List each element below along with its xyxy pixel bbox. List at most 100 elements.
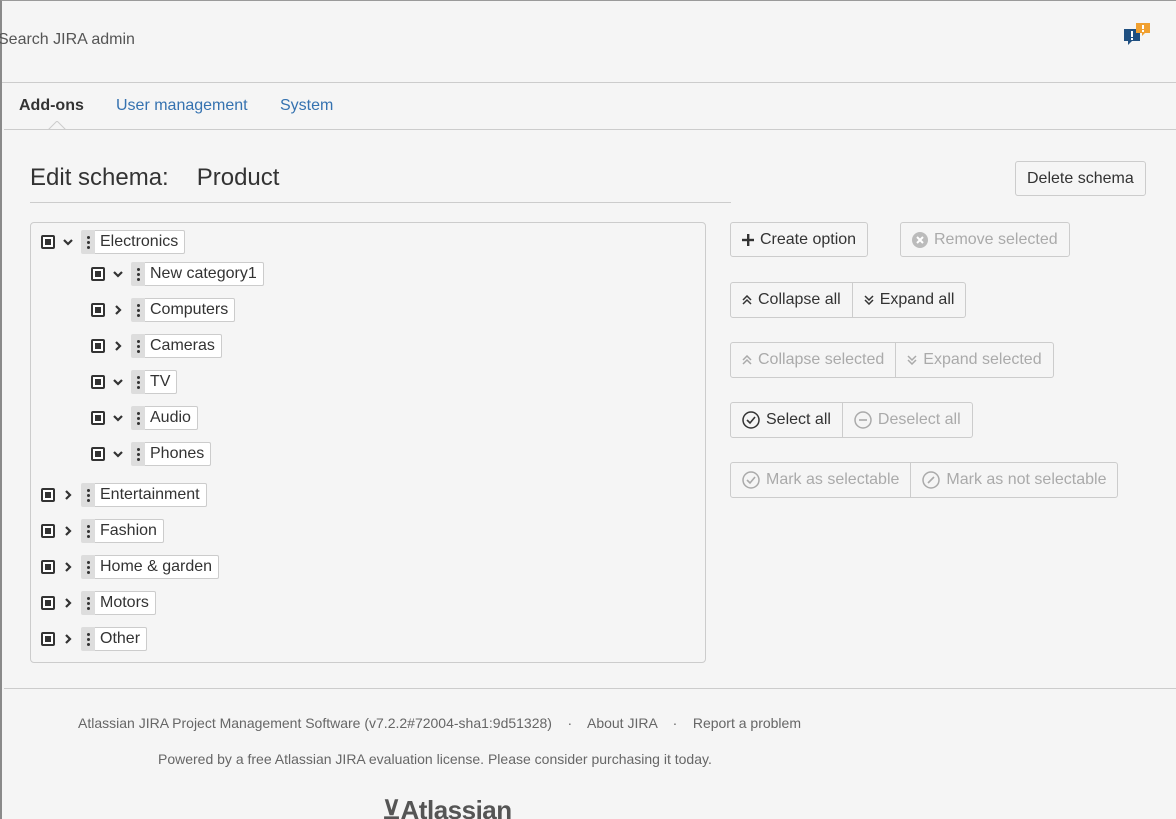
- select-all-button[interactable]: Select all: [730, 402, 843, 438]
- node-checkbox[interactable]: [91, 411, 105, 425]
- drag-handle-icon[interactable]: [81, 591, 95, 615]
- node-label[interactable]: Other: [95, 627, 148, 651]
- page-title: Edit schema: Product: [30, 164, 279, 192]
- drag-handle-icon[interactable]: [131, 262, 145, 286]
- check-circle-icon: [742, 471, 760, 489]
- mark-not-selectable-button[interactable]: Mark as not selectable: [911, 462, 1119, 498]
- node-checkbox[interactable]: [41, 235, 55, 249]
- feedback-icon[interactable]: [1122, 21, 1154, 51]
- chevron-right-icon[interactable]: [61, 596, 75, 610]
- chevron-down-icon[interactable]: [61, 235, 75, 249]
- drag-handle-icon[interactable]: [131, 370, 145, 394]
- remove-selected-button[interactable]: Remove selected: [900, 222, 1070, 257]
- chevron-down-icon[interactable]: [111, 411, 125, 425]
- drag-handle-icon[interactable]: [131, 406, 145, 430]
- tree-node[interactable]: TV: [91, 369, 178, 395]
- node-label[interactable]: Entertainment: [95, 483, 207, 507]
- admin-search-input[interactable]: Search JIRA admin: [0, 31, 135, 49]
- selectable-group: Mark as selectable Mark as not selectabl…: [730, 462, 1119, 498]
- node-label[interactable]: Phones: [145, 442, 212, 466]
- tree-node[interactable]: Electronics: [41, 229, 186, 255]
- node-checkbox[interactable]: [91, 339, 105, 353]
- node-checkbox[interactable]: [91, 447, 105, 461]
- deselect-all-button[interactable]: Deselect all: [842, 402, 973, 438]
- chevron-down-icon[interactable]: [111, 375, 125, 389]
- drag-handle-icon[interactable]: [81, 483, 95, 507]
- minus-circle-icon: [854, 411, 872, 429]
- mark-selectable-button[interactable]: Mark as selectable: [730, 462, 912, 498]
- collapse-selected-button[interactable]: Collapse selected: [730, 342, 897, 378]
- drag-handle-icon[interactable]: [81, 230, 95, 254]
- double-chevron-up-icon: [742, 355, 752, 365]
- drag-handle-icon[interactable]: [81, 555, 95, 579]
- collapse-all-label: Collapse all: [758, 291, 841, 308]
- node-checkbox[interactable]: [41, 560, 55, 574]
- drag-handle-icon[interactable]: [131, 334, 145, 358]
- node-checkbox[interactable]: [91, 375, 105, 389]
- footer-links: Atlassian JIRA Project Management Softwa…: [78, 715, 801, 731]
- collapse-selected-label: Collapse selected: [758, 351, 885, 368]
- node-label[interactable]: Home & garden: [95, 555, 220, 579]
- chevron-down-icon[interactable]: [111, 447, 125, 461]
- collapse-all-button[interactable]: Collapse all: [730, 282, 853, 318]
- delete-schema-button[interactable]: Delete schema: [1015, 161, 1146, 196]
- atlassian-logo-icon: ⊻: [382, 795, 401, 819]
- node-checkbox[interactable]: [41, 632, 55, 646]
- node-checkbox[interactable]: [41, 488, 55, 502]
- drag-handle-icon[interactable]: [131, 298, 145, 322]
- tree-node[interactable]: New category1: [91, 261, 264, 287]
- node-label[interactable]: TV: [145, 370, 178, 394]
- admin-nav: Add-ons User management System: [2, 83, 1176, 130]
- node-label[interactable]: Fashion: [95, 519, 164, 543]
- tree-node[interactable]: Motors: [41, 590, 156, 616]
- admin-header: Search JIRA admin: [0, 1, 1176, 83]
- tree-node[interactable]: Home & garden: [41, 554, 220, 580]
- report-problem-link[interactable]: Report a problem: [693, 715, 801, 731]
- chevron-right-icon[interactable]: [111, 303, 125, 317]
- double-chevron-down-icon: [864, 295, 874, 305]
- node-label[interactable]: Audio: [145, 406, 198, 430]
- drag-handle-icon[interactable]: [81, 519, 95, 543]
- collapse-expand-selected-group: Collapse selected Expand selected: [730, 342, 1054, 378]
- tab-system[interactable]: System: [280, 97, 333, 115]
- node-label[interactable]: Motors: [95, 591, 156, 615]
- chevron-down-icon[interactable]: [111, 267, 125, 281]
- chevron-right-icon[interactable]: [61, 560, 75, 574]
- footer-separator: ·: [567, 715, 573, 731]
- tab-user-management[interactable]: User management: [116, 97, 248, 115]
- drag-handle-icon[interactable]: [131, 442, 145, 466]
- node-checkbox[interactable]: [91, 267, 105, 281]
- page-title-prefix: Edit schema:: [30, 164, 169, 191]
- node-checkbox[interactable]: [91, 303, 105, 317]
- atlassian-logo-text: Atlassian: [400, 795, 513, 819]
- node-label[interactable]: Electronics: [95, 230, 186, 254]
- options-tree: Electronics New category1 Computers Cameras…: [30, 222, 706, 663]
- tab-add-ons[interactable]: Add-ons: [19, 97, 84, 115]
- tree-node[interactable]: Phones: [91, 441, 212, 467]
- about-jira-link[interactable]: About JIRA: [587, 715, 657, 731]
- chevron-right-icon[interactable]: [61, 488, 75, 502]
- node-checkbox[interactable]: [41, 524, 55, 538]
- node-label[interactable]: Cameras: [145, 334, 222, 358]
- tree-node[interactable]: Cameras: [91, 333, 222, 359]
- expand-selected-button[interactable]: Expand selected: [896, 342, 1054, 378]
- node-checkbox[interactable]: [41, 596, 55, 610]
- chevron-right-icon[interactable]: [61, 632, 75, 646]
- tree-node[interactable]: Computers: [91, 297, 236, 323]
- chevron-right-icon[interactable]: [61, 524, 75, 538]
- drag-handle-icon[interactable]: [81, 627, 95, 651]
- select-deselect-group: Select all Deselect all: [730, 402, 973, 438]
- chevron-right-icon[interactable]: [111, 339, 125, 353]
- create-option-button[interactable]: Create option: [730, 222, 869, 257]
- node-label[interactable]: Computers: [145, 298, 236, 322]
- tree-node[interactable]: Entertainment: [41, 482, 207, 508]
- schema-name: Product: [196, 164, 280, 191]
- tree-node[interactable]: Other: [41, 626, 148, 652]
- expand-all-button[interactable]: Expand all: [852, 282, 967, 318]
- double-chevron-down-icon: [907, 355, 917, 365]
- slash-circle-icon: [922, 471, 941, 489]
- node-label[interactable]: New category1: [145, 262, 264, 286]
- tree-node[interactable]: Fashion: [41, 518, 164, 544]
- expand-selected-label: Expand selected: [923, 351, 1042, 368]
- tree-node[interactable]: Audio: [91, 405, 198, 431]
